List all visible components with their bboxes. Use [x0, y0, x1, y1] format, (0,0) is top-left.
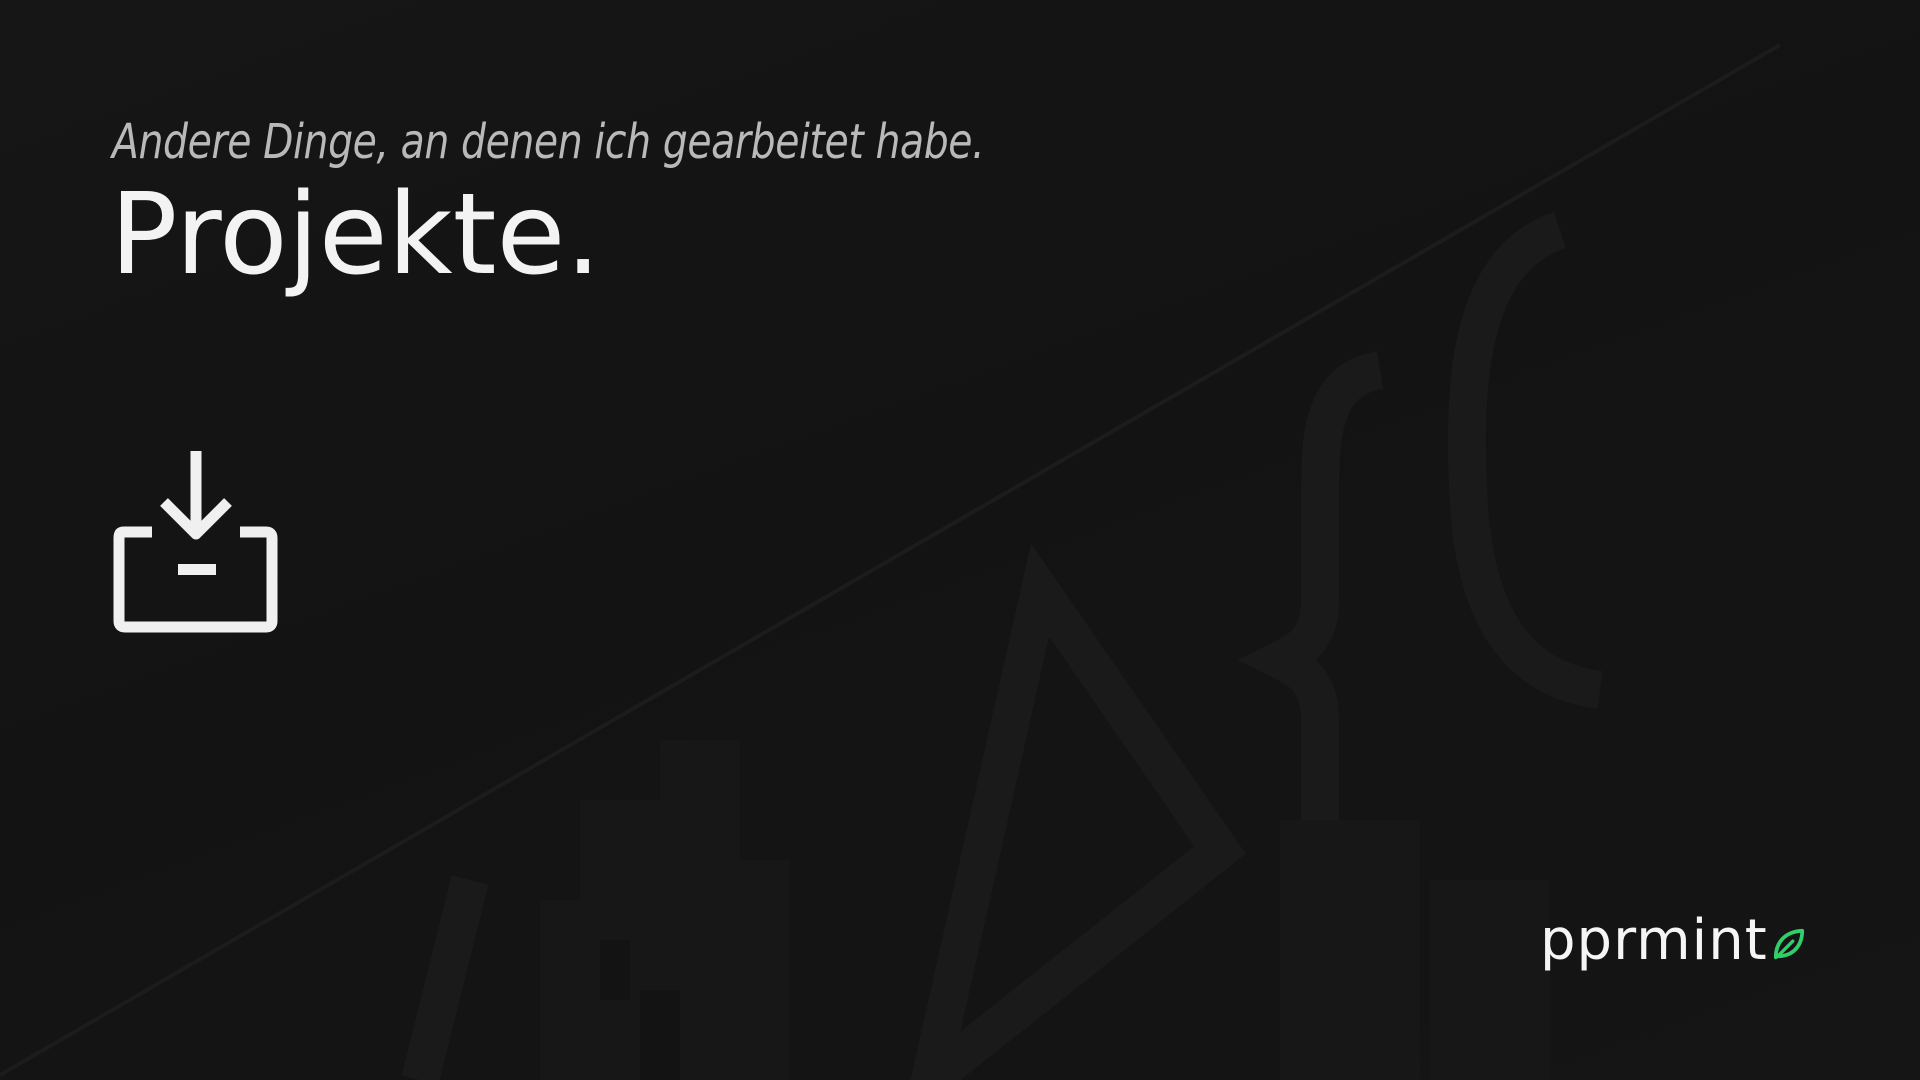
- page-header: Andere Dinge, an denen ich gearbeitet ha…: [110, 108, 1176, 300]
- download-button[interactable]: [112, 446, 282, 636]
- brand-logo[interactable]: pprmint: [1540, 906, 1806, 976]
- download-tray-icon: [113, 451, 278, 633]
- page-title: Projekte.: [110, 170, 601, 300]
- page-subtitle: Andere Dinge, an denen ich gearbeitet ha…: [112, 114, 985, 170]
- brand-name: pprmint: [1540, 908, 1768, 973]
- leaf-icon: [1772, 927, 1806, 966]
- page: Andere Dinge, an denen ich gearbeitet ha…: [0, 0, 1920, 1080]
